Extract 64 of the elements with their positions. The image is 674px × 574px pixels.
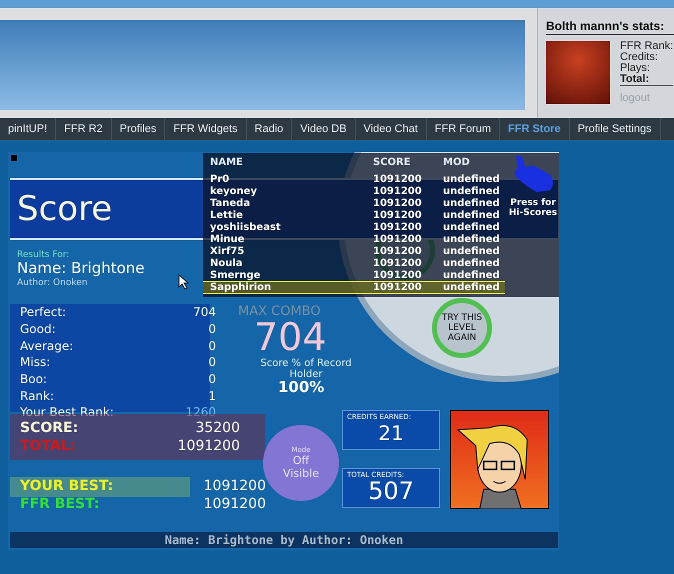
- hiscores-hint[interactable]: Press for Hi-Scores: [508, 198, 558, 218]
- hiscore-row[interactable]: keyoney 1091200 undefined: [203, 185, 505, 197]
- column-header: NAME: [209, 156, 244, 168]
- cursor-icon: [178, 274, 190, 290]
- song-name: Name: Brightone: [17, 259, 145, 277]
- hiscore-row[interactable]: Xirf75 1091200 undefined: [203, 245, 505, 257]
- score-label: SCORE:: [20, 420, 78, 436]
- judgement-label: Good:: [20, 322, 56, 336]
- judgement-value: 0: [208, 355, 216, 370]
- stat-label: Credits:: [620, 52, 659, 63]
- hiscore-row[interactable]: Smernge 1091200 undefined: [203, 269, 505, 281]
- judgement-label: Your Best Rank:: [20, 405, 114, 420]
- nav-tab[interactable]: Radio: [246, 118, 292, 140]
- judgement-value: 1: [208, 388, 216, 403]
- hiscore-row[interactable]: Taneda 1091200 undefined: [203, 197, 505, 209]
- column-header: MOD: [443, 156, 471, 168]
- record-percent: 100%: [278, 378, 324, 396]
- nav-tab[interactable]: Profile Settings: [570, 118, 661, 140]
- judgement-value: 0: [208, 338, 216, 353]
- photo-placeholder: [546, 41, 610, 104]
- judgement-value: 0: [208, 322, 216, 336]
- nav-tab[interactable]: Video DB: [292, 118, 356, 140]
- nav-tab[interactable]: FFR Forum: [426, 118, 500, 140]
- results-label: Results For:: [17, 250, 70, 260]
- score-label: TOTAL:: [20, 438, 76, 454]
- max-combo-value: 704: [254, 318, 327, 356]
- nav-tab[interactable]: Video Chat: [356, 118, 427, 140]
- best-label: YOUR BEST:: [20, 478, 114, 494]
- judgement-label: Rank:: [20, 388, 54, 403]
- best-value: 1091200: [204, 496, 266, 512]
- hiscore-row[interactable]: Lettie 1091200 undefined: [203, 209, 505, 221]
- judgement-label: Miss:: [20, 355, 50, 370]
- stat-label: Plays:: [620, 63, 651, 74]
- judgement-label: Average:: [20, 338, 74, 353]
- footer-text: Name: Brightone by Author: Onoken: [164, 533, 404, 547]
- hiscore-row[interactable]: Minue 1091200 undefined: [203, 233, 505, 245]
- nav-tab[interactable]: Profiles: [112, 118, 166, 140]
- hiscore-row[interactable]: Sapphirion 1091200 undefined: [203, 281, 505, 294]
- score-value: 35200: [195, 420, 240, 436]
- hiscore-row[interactable]: Noula 1091200 undefined: [203, 257, 505, 269]
- judgement-label: Perfect:: [20, 305, 66, 320]
- max-combo-label: MAX COMBO: [238, 304, 321, 319]
- hiscore-row[interactable]: yoshiisbeast 1091200 undefined: [203, 221, 505, 233]
- stat-label: Total:: [620, 74, 674, 86]
- best-value: 1091200: [204, 478, 266, 494]
- score-value: 1091200: [178, 438, 240, 454]
- cartoon-avatar-icon: [450, 410, 549, 509]
- nav-tab[interactable]: pinItUP!: [0, 118, 56, 140]
- column-header: SCORE: [373, 156, 412, 168]
- judgement-value: 1260: [185, 405, 216, 420]
- record-label: Score % of Record Holder: [260, 358, 352, 380]
- judgement-value: 0: [208, 372, 216, 386]
- nav-tab[interactable]: FFR Widgets: [165, 118, 247, 140]
- stats-title: Bolth mannn's stats:: [546, 19, 674, 35]
- judgement-label: Boo:: [20, 372, 47, 386]
- square-marker: [11, 155, 17, 161]
- judgement-value: 704: [193, 305, 216, 320]
- score-title: Score: [17, 189, 112, 229]
- best-label: FFR BEST:: [20, 496, 100, 512]
- song-author: Author: Onoken: [17, 278, 88, 288]
- hiscore-row[interactable]: Pr0 1091200 undefined: [203, 173, 505, 185]
- nav-tab[interactable]: FFR R2: [56, 118, 112, 140]
- nav-tab[interactable]: FFR Store: [500, 118, 570, 140]
- stat-label: FFR Rank:: [620, 41, 674, 52]
